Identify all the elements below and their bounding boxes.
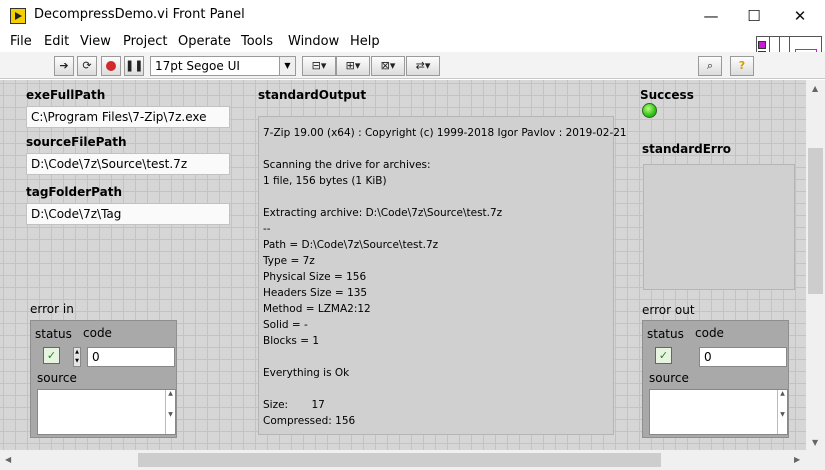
distribute-objects-icon[interactable]: ⊞▾: [336, 56, 370, 76]
standard-output-label: standardOutput: [258, 88, 367, 102]
output-line: Size: 17: [263, 399, 325, 411]
error-out-source-label: source: [649, 371, 689, 385]
error-in-code-label: code: [83, 326, 112, 340]
scroll-left-icon[interactable]: ◀: [5, 455, 11, 464]
output-line: Solid = -: [263, 319, 308, 331]
error-out-label: error out: [642, 303, 695, 317]
output-line: Headers Size = 135: [263, 287, 368, 299]
tag-folder-path-field[interactable]: D:\Code\7z\Tag: [26, 203, 230, 225]
error-out-status-label: status: [647, 327, 684, 341]
connector-terminal: [758, 41, 766, 49]
error-out-code-field: 0: [699, 347, 787, 367]
close-button[interactable]: ✕: [777, 0, 823, 32]
error-in-source-field[interactable]: ▲ ▼: [37, 389, 176, 435]
error-in-label: error in: [30, 302, 74, 316]
error-in-status-checkbox[interactable]: ✓: [43, 347, 60, 364]
menu-help[interactable]: Help: [350, 34, 380, 49]
scroll-right-icon[interactable]: ▶: [794, 455, 800, 464]
error-in-cluster: status code ✓ ▲ ▼ 0 source ▲ ▼: [30, 320, 177, 438]
output-line: Blocks = 1: [263, 335, 320, 347]
font-select[interactable]: 17pt Segoe UI ▼: [150, 56, 296, 76]
menu-bar: File Edit View Project Operate Tools Win…: [0, 32, 825, 52]
menu-operate[interactable]: Operate: [178, 34, 231, 49]
success-label: Success: [640, 88, 694, 102]
output-line: Path = D:\Code\7z\Source\test.7z: [263, 239, 439, 251]
menu-view[interactable]: View: [80, 34, 111, 49]
maximize-button[interactable]: ☐: [731, 0, 777, 32]
scroll-down-icon[interactable]: ▼: [812, 438, 818, 447]
toolbar: ➔ ⟳ ❚❚ 17pt Segoe UI ▼ ⊟▾ ⊞▾ ⊠▾ ⇄▾ ⌕ ?: [0, 52, 825, 79]
success-led: [642, 103, 657, 118]
standard-output-display[interactable]: 7-Zip 19.00 (x64) : Copyright (c) 1999-2…: [258, 116, 627, 435]
menu-project[interactable]: Project: [123, 34, 167, 49]
output-line: Compressed: 156: [263, 415, 356, 427]
error-out-code-label: code: [695, 326, 724, 340]
align-objects-icon[interactable]: ⊟▾: [302, 56, 336, 76]
source-scrollbar[interactable]: ▲ ▼: [165, 390, 175, 434]
output-line: --: [263, 223, 271, 235]
search-icon[interactable]: ⌕: [698, 56, 722, 76]
menu-window[interactable]: Window: [288, 34, 339, 49]
output-line: Extracting archive: D:\Code\7z\Source\te…: [263, 207, 503, 219]
window-title: DecompressDemo.vi Front Panel: [34, 7, 245, 22]
output-line: Physical Size = 156: [263, 271, 367, 283]
error-out-source-field: ▲ ▼: [649, 389, 788, 435]
error-in-code-stepper[interactable]: ▲ ▼: [73, 347, 81, 367]
reorder-icon[interactable]: ⇄▾: [406, 56, 440, 76]
font-select-value: 17pt Segoe UI: [155, 59, 240, 73]
standard-error-label: standardErro: [642, 142, 731, 156]
tag-folder-path-label: tagFolderPath: [26, 185, 122, 199]
resize-objects-icon[interactable]: ⊠▾: [371, 56, 405, 76]
error-in-status-label: status: [35, 327, 72, 341]
output-line: Everything is Ok: [263, 367, 350, 379]
output-line: Method = LZMA2:12: [263, 303, 371, 315]
standard-error-display[interactable]: [643, 164, 795, 290]
minimize-button[interactable]: —: [688, 0, 734, 32]
labview-vi-icon: [10, 8, 26, 24]
output-line: 1 file, 156 bytes (1 KiB): [263, 175, 387, 187]
title-bar: DecompressDemo.vi Front Panel — ☐ ✕: [0, 0, 825, 32]
abort-icon[interactable]: [101, 56, 121, 76]
output-line: Type = 7z: [263, 255, 315, 267]
output-line: 7-Zip 19.00 (x64) : Copyright (c) 1999-2…: [263, 127, 627, 139]
horizontal-scroll-thumb[interactable]: [138, 453, 661, 467]
scroll-up-icon[interactable]: ▲: [812, 84, 818, 93]
output-line: Scanning the drive for archives:: [263, 159, 431, 171]
error-in-source-label: source: [37, 371, 77, 385]
error-out-status-indicator: ✓: [655, 347, 672, 364]
help-icon[interactable]: ?: [730, 56, 754, 76]
run-continuously-icon[interactable]: ⟳: [77, 56, 97, 76]
front-panel: exeFullPath C:\Program Files\7-Zip\7z.ex…: [0, 80, 806, 450]
chevron-down-icon[interactable]: ▼: [279, 57, 295, 75]
pause-icon[interactable]: ❚❚: [124, 56, 144, 76]
run-arrow-icon[interactable]: ➔: [54, 56, 74, 76]
source-file-path-field[interactable]: D:\Code\7z\Source\test.7z: [26, 153, 230, 175]
error-in-code-field[interactable]: 0: [87, 347, 175, 367]
source-file-path-label: sourceFilePath: [26, 135, 127, 149]
error-out-cluster: status code ✓ 0 source ▲ ▼: [642, 320, 789, 438]
exe-full-path-label: exeFullPath: [26, 88, 106, 102]
exe-full-path-field[interactable]: C:\Program Files\7-Zip\7z.exe: [26, 106, 230, 128]
vertical-scroll-thumb[interactable]: [808, 148, 823, 294]
source-scrollbar[interactable]: ▲ ▼: [777, 390, 787, 434]
menu-tools[interactable]: Tools: [241, 34, 273, 49]
menu-file[interactable]: File: [10, 34, 32, 49]
menu-edit[interactable]: Edit: [44, 34, 69, 49]
